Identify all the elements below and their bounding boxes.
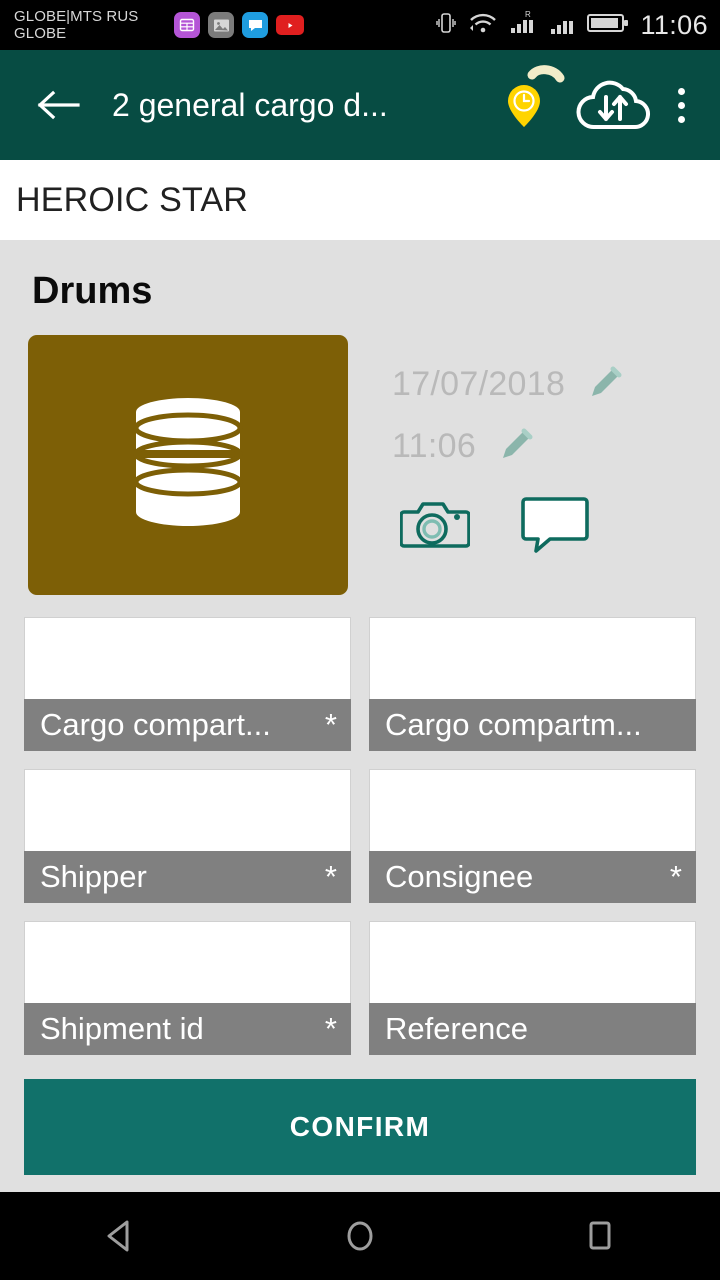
field-label-text: Reference (385, 1011, 529, 1046)
field-cargo-compartment-from[interactable]: Cargo compart... * (24, 617, 351, 751)
signal-roaming-icon: R (509, 9, 539, 42)
field-label-text: Cargo compartm... (385, 707, 642, 742)
label-cargo-compartment-to: Cargo compartm... (369, 699, 696, 751)
label-cargo-compartment-from: Cargo compart... * (24, 699, 351, 751)
vibrate-icon (435, 10, 457, 41)
status-bar: GLOBE|MTS RUS GLOBE R 11:06 (0, 0, 720, 50)
drum-icon-tile[interactable] (28, 335, 348, 595)
label-shipment-id: Shipment id * (24, 1003, 351, 1055)
nav-home-icon[interactable] (305, 1192, 415, 1280)
overflow-menu-icon[interactable] (656, 70, 706, 140)
pencil-icon[interactable] (583, 363, 625, 405)
confirm-button[interactable]: CONFIRM (24, 1079, 696, 1175)
time-value: 11:06 (392, 426, 477, 465)
input-cargo-compartment-from[interactable] (24, 617, 351, 699)
carrier-label: GLOBE|MTS RUS GLOBE (14, 8, 139, 42)
vessel-name-bar: HEROIC STAR (0, 160, 720, 240)
drum-icon (133, 398, 243, 526)
cargo-summary-row: 17/07/2018 11:06 (0, 313, 720, 595)
gallery-icon (208, 12, 234, 38)
cargo-meta: 17/07/2018 11:06 (392, 335, 625, 595)
cargo-form: Cargo compart... * Cargo compartm... Shi… (0, 595, 720, 1055)
label-consignee: Consignee * (369, 851, 696, 903)
input-consignee[interactable] (369, 769, 696, 851)
wifi-icon (468, 11, 498, 40)
location-clock-pin-icon[interactable] (498, 65, 570, 145)
required-marker: * (669, 859, 682, 894)
field-shipper[interactable]: Shipper * (24, 769, 351, 903)
date-value: 17/07/2018 (392, 364, 566, 403)
required-marker: * (324, 707, 337, 742)
label-shipper: Shipper * (24, 851, 351, 903)
battery-icon (587, 12, 629, 39)
time-row: 11:06 (392, 415, 625, 477)
field-label-text: Shipper (40, 859, 147, 894)
cargo-type-heading: Drums (32, 270, 153, 312)
required-marker: * (324, 859, 337, 894)
field-consignee[interactable]: Consignee * (369, 769, 696, 903)
nav-back-icon[interactable] (65, 1192, 175, 1280)
cloud-sync-icon[interactable] (570, 70, 656, 140)
field-cargo-compartment-to[interactable]: Cargo compartm... (369, 617, 696, 751)
input-shipment-id[interactable] (24, 921, 351, 1003)
back-arrow-icon[interactable] (30, 77, 86, 133)
main-content: Drums 17/07/2018 11:06 Cargo compart... … (0, 240, 720, 1175)
cargo-actions (399, 493, 625, 560)
page-title: 2 general cargo d... (112, 86, 388, 123)
status-clock: 11:06 (640, 9, 708, 40)
notification-icons (174, 12, 304, 38)
comment-icon[interactable] (520, 493, 590, 560)
app-toolbar: 2 general cargo d... (0, 50, 720, 160)
field-shipment-id[interactable]: Shipment id * (24, 921, 351, 1055)
signal-icon (550, 10, 576, 41)
status-bar-right: R 11:06 (435, 9, 708, 42)
pencil-icon[interactable] (494, 425, 536, 467)
confirm-button-label: CONFIRM (289, 1111, 431, 1142)
vessel-name: HEROIC STAR (16, 180, 249, 219)
calendar-icon (174, 12, 200, 38)
status-bar-left: GLOBE|MTS RUS GLOBE (14, 8, 304, 42)
svg-text:R: R (525, 10, 531, 19)
nav-recents-icon[interactable] (545, 1192, 655, 1280)
input-shipper[interactable] (24, 769, 351, 851)
messages-icon (242, 12, 268, 38)
field-label-text: Cargo compart... (40, 707, 271, 742)
input-cargo-compartment-to[interactable] (369, 617, 696, 699)
label-reference: Reference (369, 1003, 696, 1055)
date-row: 17/07/2018 (392, 353, 625, 415)
required-marker: * (324, 1011, 337, 1046)
camera-icon[interactable] (399, 496, 471, 557)
field-reference[interactable]: Reference (369, 921, 696, 1055)
android-nav-bar (0, 1192, 720, 1280)
youtube-icon (276, 15, 304, 35)
input-reference[interactable] (369, 921, 696, 1003)
field-label-text: Consignee (385, 859, 534, 894)
field-label-text: Shipment id (40, 1011, 204, 1046)
